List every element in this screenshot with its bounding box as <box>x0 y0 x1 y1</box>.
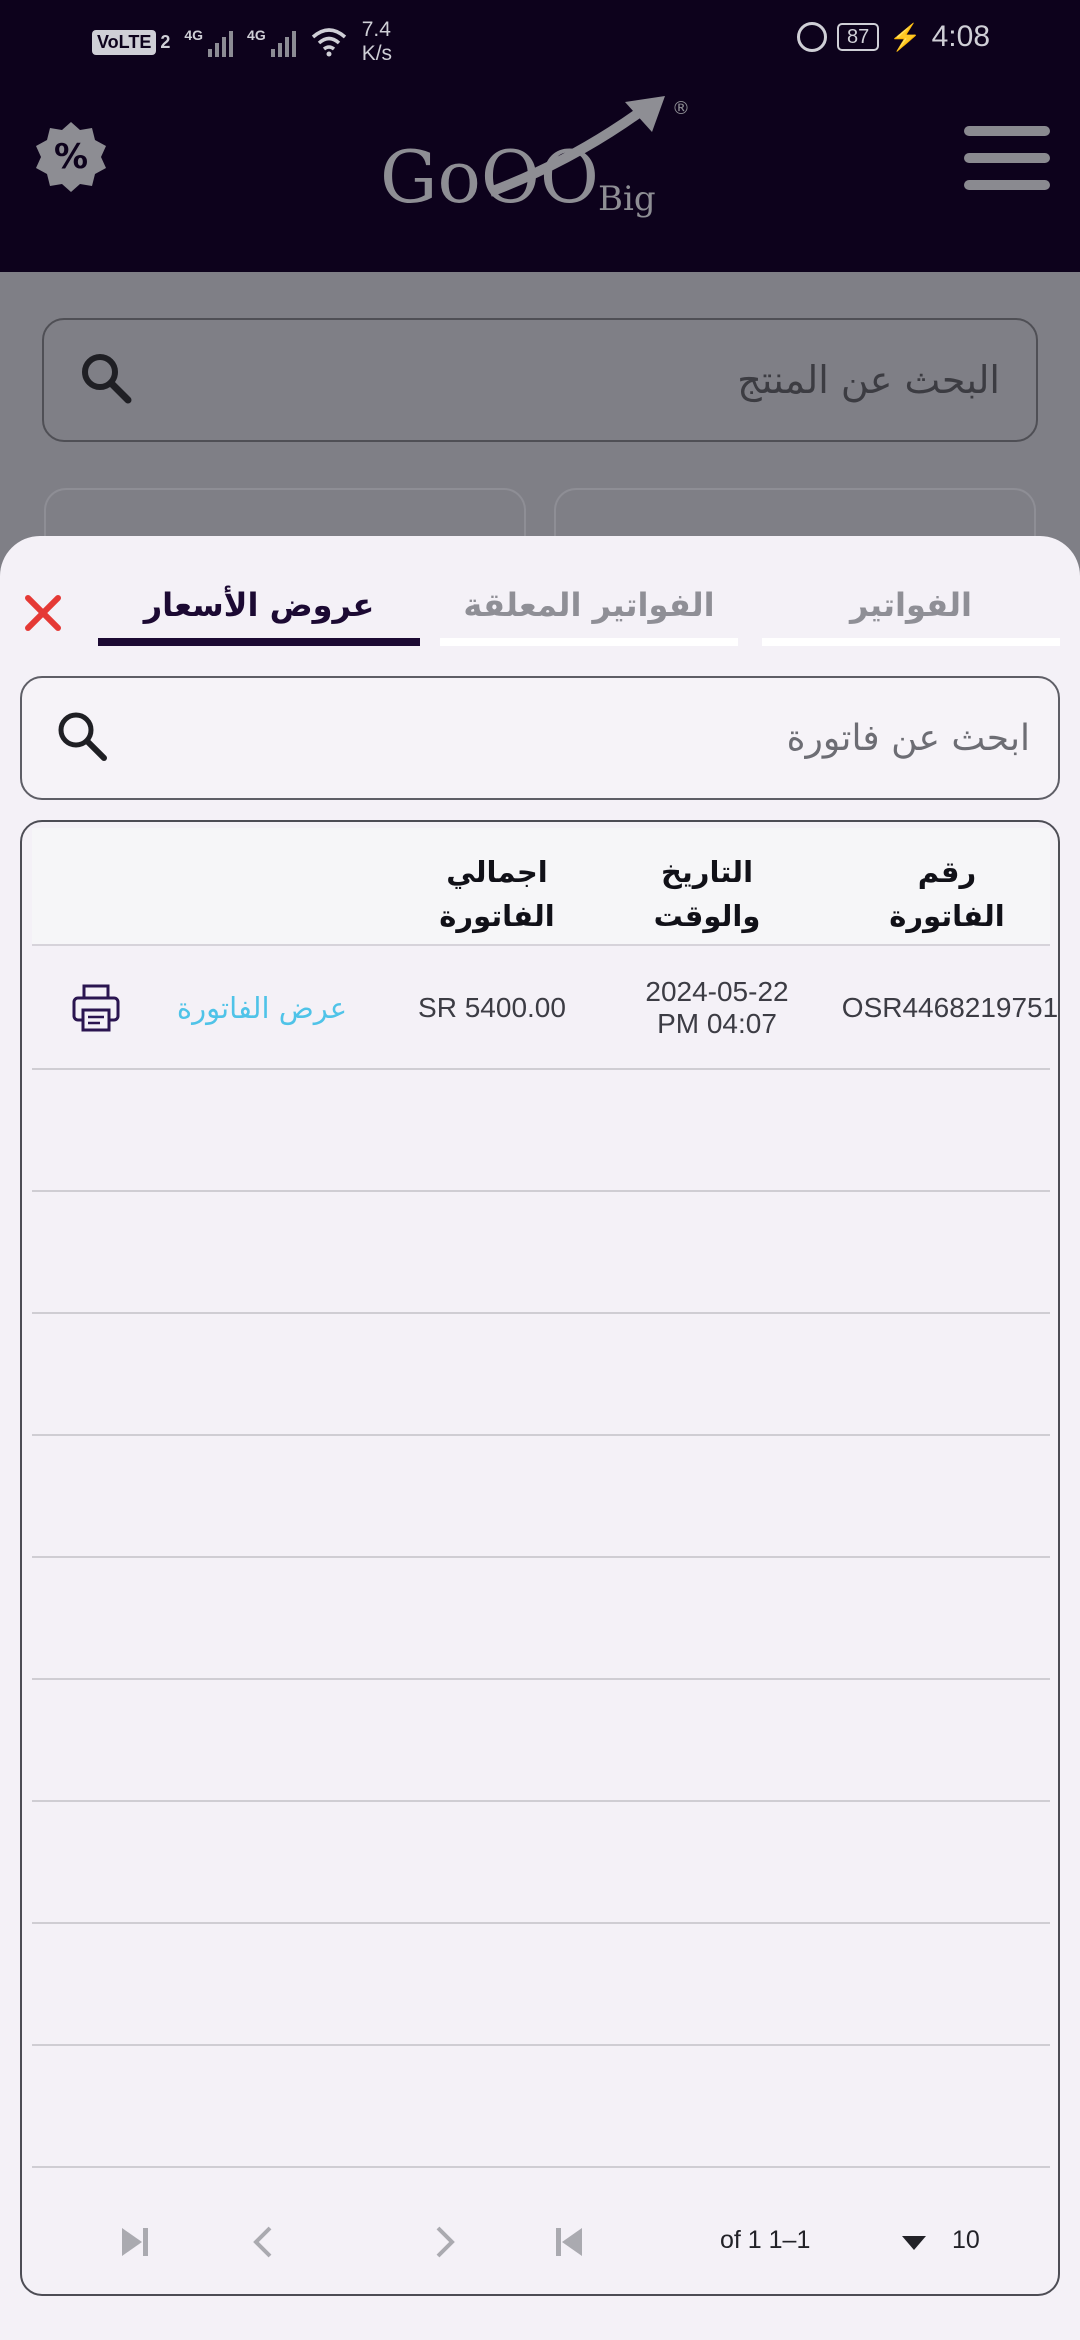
table-row-empty <box>32 1314 1050 1436</box>
invoice-search-input[interactable]: ابحث عن فاتورة <box>20 676 1060 800</box>
table-row-empty <box>32 2046 1050 2168</box>
status-bar: VoLTE 2 4G 4G 7.4 K/s 87 ⚡ 4:08 <box>0 0 1080 86</box>
app-header: VoLTE 2 4G 4G 7.4 K/s 87 ⚡ 4:08 % GoOO B… <box>0 0 1080 272</box>
invoices-bottom-sheet: الفواتير الفواتير المعلقة عروض الأسعار ا… <box>0 536 1080 2340</box>
column-invoice-number: رقم الفاتورة <box>889 855 1005 933</box>
page-range: of 1 1–1 <box>720 2226 811 2254</box>
signal-icon: 4G <box>247 27 296 57</box>
volte-indicator: VoLTE <box>92 29 157 55</box>
total-cell: SR 5400.00 <box>418 992 566 1023</box>
table-header: رقم الفاتورة التاريخ والوقت اجمالي الفاتورة <box>32 828 1050 946</box>
rows-per-page-select[interactable]: 10 <box>952 2226 980 2255</box>
svg-text:%: % <box>54 137 88 177</box>
tab-invoices[interactable]: الفواتير <box>762 576 1060 646</box>
brand-logo: GoOO Big ® <box>380 96 690 219</box>
battery-level: 87 <box>836 23 880 51</box>
search-icon <box>58 712 107 761</box>
table-row-empty <box>32 1924 1050 2046</box>
product-search-input[interactable]: البحث عن المنتج <box>42 318 1038 442</box>
view-invoice-link[interactable]: عرض الفاتورة <box>152 948 372 1068</box>
signal-icon: 4G <box>184 27 234 57</box>
next-page-icon[interactable] <box>422 2220 466 2264</box>
table-row-empty <box>32 1070 1050 1192</box>
invoice-tabs: الفواتير الفواتير المعلقة عروض الأسعار <box>0 576 1080 646</box>
table-row-empty <box>32 1680 1050 1802</box>
column-total: اجمالي الفاتورة <box>439 855 555 933</box>
table-row-empty <box>32 1436 1050 1558</box>
first-page-icon[interactable] <box>548 2220 592 2264</box>
table-row: OSR4468219751 2024-05-22 PM 04:07 SR 540… <box>32 948 1059 1070</box>
chevron-down-icon[interactable] <box>892 2220 936 2264</box>
charging-icon: ⚡ <box>889 21 922 52</box>
invoice-number-cell: OSR4468219751 <box>841 992 1059 1023</box>
last-page-icon[interactable] <box>112 2220 156 2264</box>
svg-text:Big: Big <box>598 179 656 219</box>
network-speed: 7.4 K/s <box>361 18 393 65</box>
search-icon <box>82 354 132 404</box>
table-row-empty <box>32 1192 1050 1314</box>
alarm-icon <box>796 22 827 52</box>
column-datetime: التاريخ والوقت <box>653 855 761 933</box>
print-icon[interactable] <box>70 982 122 1034</box>
wifi-icon <box>311 28 346 57</box>
svg-text:GoOO: GoOO <box>380 135 599 219</box>
clock: 4:08 <box>931 20 990 53</box>
discount-badge-icon[interactable]: % <box>34 120 108 194</box>
tab-quotations[interactable]: عروض الأسعار <box>98 576 420 646</box>
datetime-cell: 2024-05-22 PM 04:07 <box>645 976 789 1039</box>
previous-page-icon[interactable] <box>242 2220 286 2264</box>
table-pagination: of 1 1–1 10 <box>32 2198 1050 2288</box>
svg-text:®: ® <box>672 98 690 119</box>
table-row-empty <box>32 1558 1050 1680</box>
table-row-empty <box>32 1802 1050 1924</box>
sim-number: 2 <box>160 31 171 52</box>
invoices-table: رقم الفاتورة التاريخ والوقت اجمالي الفاتورة… <box>20 820 1060 2296</box>
tab-pending-invoices[interactable]: الفواتير المعلقة <box>440 576 738 646</box>
hamburger-menu-icon[interactable] <box>964 126 1050 190</box>
